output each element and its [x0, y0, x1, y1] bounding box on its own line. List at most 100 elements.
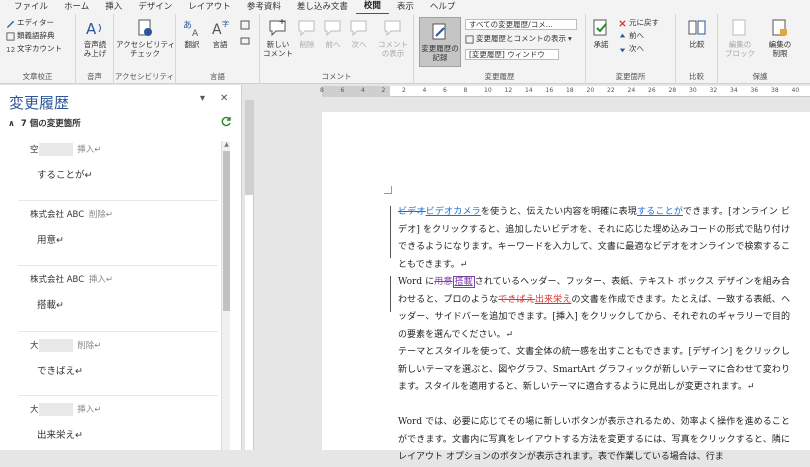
- redacted-name: [38, 339, 73, 352]
- change-bar: [390, 276, 391, 312]
- close-icon[interactable]: ✕: [220, 93, 228, 104]
- prev-change-button[interactable]: 前へ: [618, 31, 644, 41]
- group-proofing: エディター 類義語辞典 123文字カウント 文章校正: [0, 14, 76, 84]
- scroll-up-icon[interactable]: ▲: [222, 141, 231, 148]
- scroll-thumb[interactable]: [223, 151, 230, 311]
- ruler-tick-label: 20: [586, 87, 595, 94]
- refresh-icon[interactable]: [221, 116, 232, 127]
- change-type: 削除↵: [88, 210, 113, 220]
- markup-view-dropdown[interactable]: すべての変更履歴/コメ...: [465, 19, 577, 30]
- paragraph-2[interactable]: Word に用意 搭載 されているヘッダー、フッター、表紙、テキスト ボックス デザ…: [398, 274, 790, 344]
- word-count-icon: 123: [6, 45, 15, 54]
- tab-0[interactable]: ファイル: [6, 0, 56, 14]
- paragraph-3[interactable]: テーマとスタイルを使って、文書全体の統一感を出すこともできます。[デザイン] を…: [398, 344, 790, 397]
- language-button[interactable]: A字 言語: [208, 18, 232, 49]
- ruler-tick-label: 2: [402, 87, 406, 94]
- show-comments-button[interactable]: コメント の表示: [376, 18, 410, 58]
- svg-text:あ: あ: [183, 20, 192, 31]
- new-comment-button[interactable]: 新しい コメント: [262, 18, 294, 58]
- group-language: あA 翻訳 A字 言語 言語: [176, 14, 260, 84]
- deleted-text[interactable]: ビデオ: [398, 207, 426, 217]
- item-separator: [18, 265, 218, 266]
- thesaurus-button[interactable]: 類義語辞典: [6, 31, 55, 41]
- read-aloud-button[interactable]: A 音声読 み上げ: [79, 18, 111, 58]
- prev-change-icon: [619, 33, 626, 37]
- group-label-language: 言語: [210, 72, 225, 81]
- document-page[interactable]: ビデオビデオカメラを使うと、伝えたい内容を明確に表現することができます。[オンラ…: [322, 112, 810, 462]
- change-text[interactable]: 搭載↵: [37, 297, 64, 311]
- group-compare: 比較 比較: [676, 14, 718, 84]
- translate-button[interactable]: あA 翻訳: [180, 18, 204, 49]
- restrict-editing-button[interactable]: 編集の 制限: [762, 18, 798, 58]
- tab-1[interactable]: ホーム: [56, 0, 97, 14]
- delete-comment-button[interactable]: 削除: [294, 18, 320, 49]
- read-aloud-icon: A: [86, 20, 101, 38]
- accept-button[interactable]: 承諾: [588, 18, 614, 49]
- change-text[interactable]: 出来栄え↵: [37, 427, 83, 441]
- change-author: 空: [30, 145, 39, 155]
- change-item-header[interactable]: 株式会社 ABC 挿入↵: [30, 273, 113, 285]
- prev-comment-button[interactable]: 前へ: [320, 18, 346, 49]
- track-changes-button[interactable]: 変更履歴の 記録: [419, 17, 461, 67]
- pane-scrollbar[interactable]: ▲: [221, 141, 230, 450]
- item-separator: [18, 395, 218, 396]
- change-text[interactable]: 用意↵: [37, 232, 64, 246]
- accessibility-check-button[interactable]: アクセシビリティ チェック: [116, 18, 175, 58]
- paragraph-4[interactable]: Word では、必要に応じてその場に新しいボタンが表示されるため、効率よく操作を…: [398, 414, 790, 467]
- margin-corner-mark: [384, 186, 392, 194]
- deleted-text[interactable]: できばえ: [498, 295, 535, 305]
- tab-7[interactable]: 校閲: [355, 0, 389, 15]
- ruler-tick-label: 26: [648, 87, 656, 94]
- vertical-ruler[interactable]: [245, 100, 254, 450]
- reviewing-pane-dropdown[interactable]: [変更履歴] ウィンドウ: [465, 49, 559, 60]
- change-item-header[interactable]: 大 挿入↵: [30, 403, 101, 416]
- tab-2[interactable]: 挿入: [97, 0, 130, 14]
- ruler-tick-label: 2: [381, 87, 386, 94]
- change-item-header[interactable]: 大 削除↵: [30, 339, 101, 352]
- horizontal-ruler[interactable]: 8 6 4 2 2 4 6 8 10 12 14 16 18 20 22 24 26 28 30 32 34 36 38 40: [320, 86, 810, 97]
- ruler-tick-label: 22: [607, 87, 615, 94]
- group-label-speech: 音声: [87, 72, 102, 81]
- tab-6[interactable]: 差し込み文書: [289, 0, 356, 14]
- inserted-text[interactable]: 出来栄え: [535, 295, 572, 305]
- inserted-text[interactable]: することが: [637, 207, 683, 217]
- tab-5[interactable]: 参考資料: [239, 0, 289, 14]
- tab-8[interactable]: 表示: [389, 0, 422, 14]
- change-text[interactable]: することが↵: [37, 167, 92, 181]
- undo-change-button[interactable]: 元に戻す: [618, 18, 659, 28]
- deleted-text[interactable]: 用意: [434, 277, 452, 287]
- inserted-text[interactable]: ビデオカメラ: [426, 207, 481, 217]
- show-markup-dropdown[interactable]: 変更履歴とコメントの表示 ▾: [465, 34, 572, 44]
- ruler-tick-label: 4: [422, 87, 427, 94]
- compare-button[interactable]: 比較: [682, 18, 712, 49]
- change-text[interactable]: できばえ↵: [37, 363, 83, 377]
- block-authors-button[interactable]: 編集の ブロック: [722, 18, 758, 58]
- keyboard-icon[interactable]: [240, 36, 250, 46]
- change-item-header[interactable]: 株式会社 ABC 削除↵: [30, 208, 113, 220]
- ruler-tick-label: 34: [730, 87, 738, 94]
- change-type: 挿入↵: [77, 145, 102, 155]
- show-comments-icon: [384, 20, 401, 37]
- svg-text:A: A: [192, 29, 199, 38]
- tab-9[interactable]: ヘルプ: [422, 0, 464, 14]
- word-count-button[interactable]: 123文字カウント: [6, 44, 62, 54]
- inserted-text[interactable]: 搭載: [452, 276, 475, 288]
- next-change-button[interactable]: 次へ: [618, 44, 644, 54]
- ime-icon[interactable]: [240, 20, 250, 30]
- ruler-tick-label: 30: [689, 87, 697, 94]
- ruler-margin-v: [245, 100, 254, 195]
- ruler-tick-label: 4: [361, 87, 365, 94]
- tab-4[interactable]: レイアウト: [180, 0, 239, 14]
- change-item-header[interactable]: 空 挿入↵: [30, 143, 101, 156]
- chevron-up-icon[interactable]: ∧: [8, 119, 15, 129]
- tab-3[interactable]: デザイン: [130, 0, 180, 14]
- paragraph-1[interactable]: ビデオビデオカメラを使うと、伝えたい内容を明確に表現することができます。[オンラ…: [398, 204, 790, 274]
- ruler-tick-label: 38: [771, 87, 779, 94]
- redacted-name: [38, 403, 73, 416]
- ruler-tick-label: 32: [709, 87, 718, 94]
- next-comment-button[interactable]: 次へ: [346, 18, 372, 49]
- change-author: 株式会社 ABC: [30, 275, 85, 285]
- editor-button[interactable]: エディター: [6, 18, 54, 28]
- pane-options-icon[interactable]: ▾: [200, 93, 205, 104]
- accept-icon: [593, 19, 607, 36]
